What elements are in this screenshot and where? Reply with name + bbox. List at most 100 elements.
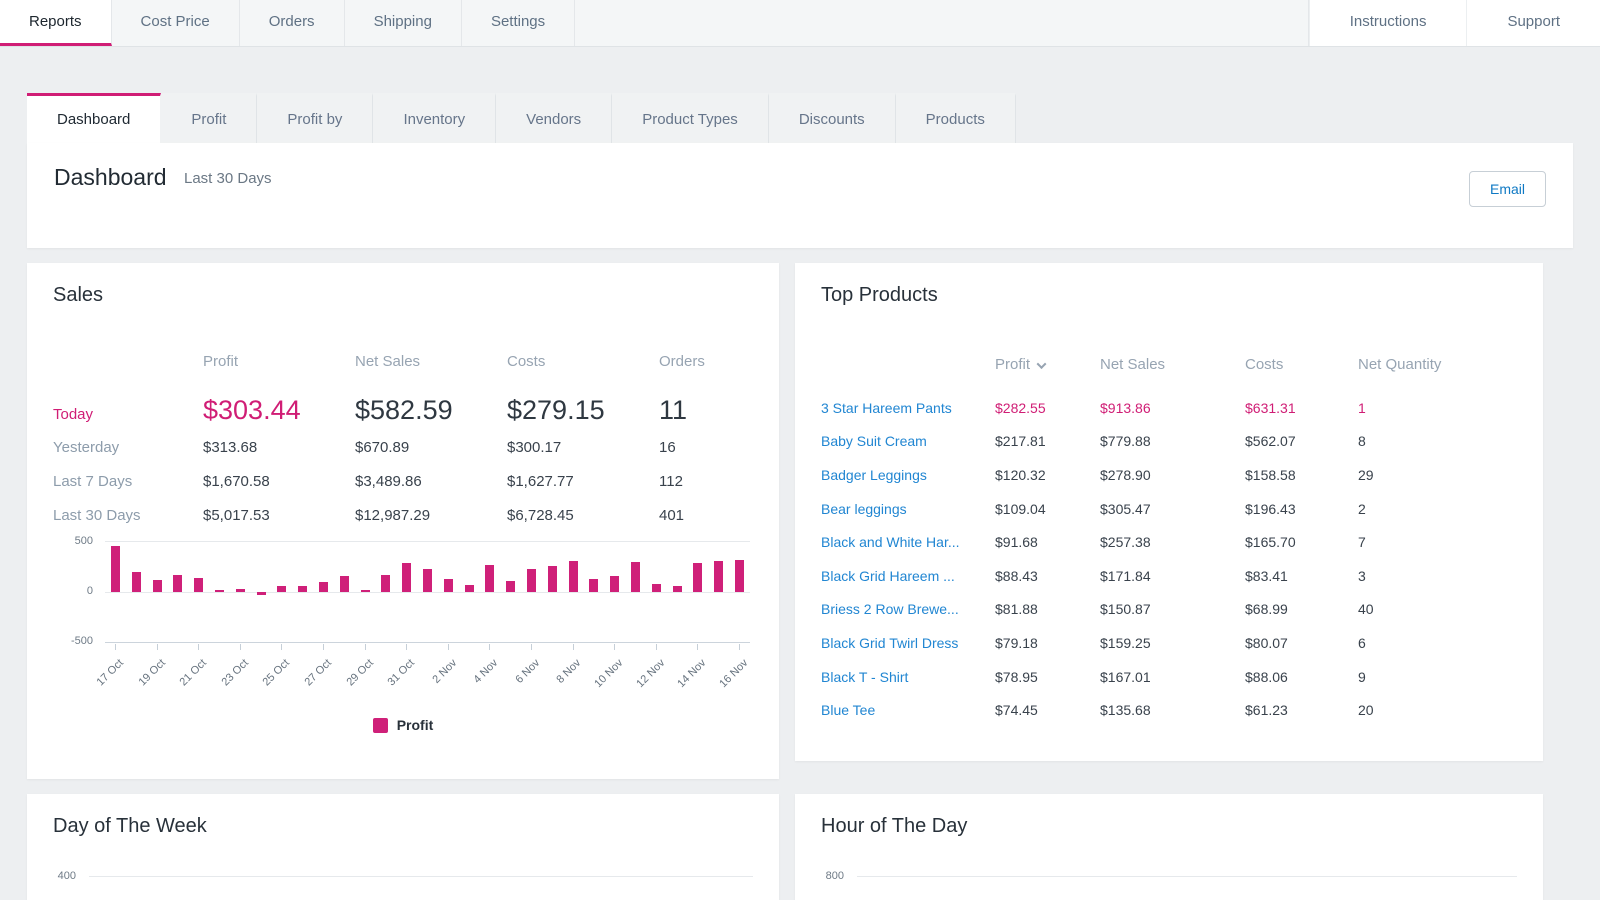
sales-card-title: Sales	[53, 284, 753, 307]
nav-item-reports[interactable]: Reports	[0, 0, 112, 46]
sales-table-header-row: ProfitNet SalesCostsOrders	[53, 353, 753, 375]
nav-item-support[interactable]: Support	[1466, 0, 1600, 46]
product-name-link[interactable]: Bear leggings	[821, 501, 995, 517]
product-name-link[interactable]: 3 Star Hareem Pants	[821, 400, 995, 416]
product-quantity-value: 6	[1358, 635, 1517, 651]
product-profit-value: $88.43	[995, 568, 1100, 584]
sales-costs-value: $1,627.77	[507, 473, 659, 490]
product-quantity-value: 7	[1358, 534, 1517, 550]
x-axis-tick-label: 29 Oct	[344, 657, 375, 688]
profit-bar	[610, 576, 619, 592]
product-net-sales-value: $150.87	[1100, 601, 1245, 617]
profit-bar	[548, 566, 557, 592]
profit-bar	[569, 561, 578, 592]
chart-gridline	[105, 541, 750, 542]
product-profit-value: $91.68	[995, 534, 1100, 550]
date-range-label: Last 30 Days	[184, 170, 272, 187]
tab-profit-by[interactable]: Profit by	[257, 93, 373, 143]
top-products-card: Top Products ProfitNet SalesCostsNet Qua…	[795, 263, 1543, 761]
profit-bar	[257, 592, 266, 595]
x-axis-tick-label: 19 Oct	[136, 657, 167, 688]
product-profit-value: $109.04	[995, 501, 1100, 517]
dashboard-header-card: Dashboard Last 30 Days Email	[27, 143, 1573, 248]
profit-bar	[589, 579, 598, 592]
sales-orders-value: 112	[659, 473, 753, 490]
profit-bar	[153, 580, 162, 592]
products-column-header-profit[interactable]: Profit	[995, 356, 1100, 373]
profit-bar	[506, 581, 515, 592]
product-quantity-value: 29	[1358, 467, 1517, 483]
nav-item-orders[interactable]: Orders	[240, 0, 345, 46]
main-cards-row: Sales ProfitNet SalesCostsOrders Today$3…	[27, 263, 1573, 779]
product-row: 3 Star Hareem Pants$282.55$913.86$631.31…	[821, 391, 1517, 425]
x-axis-tick	[406, 644, 407, 650]
sales-column-header-net-sales: Net Sales	[355, 353, 507, 370]
profit-bar	[485, 565, 494, 592]
x-axis-tick-label: 21 Oct	[178, 657, 209, 688]
x-axis-tick-label: 12 Nov	[634, 657, 667, 690]
x-axis-tick-label: 4 Nov	[472, 657, 501, 686]
y-axis-tick-label: 500	[53, 535, 93, 547]
x-axis-tick-label: 2 Nov	[430, 657, 459, 686]
profit-bar	[298, 586, 307, 592]
tab-product-types[interactable]: Product Types	[612, 93, 769, 143]
product-name-link[interactable]: Black Grid Twirl Dress	[821, 635, 995, 651]
sales-column-header-costs: Costs	[507, 353, 659, 370]
report-tabs: DashboardProfitProfit byInventoryVendors…	[27, 93, 1573, 143]
hour-of-day-title: Hour of The Day	[821, 815, 1517, 838]
product-row: Black Grid Twirl Dress$79.18$159.25$80.0…	[821, 626, 1517, 660]
top-nav-left: ReportsCost PriceOrdersShippingSettings	[0, 0, 575, 46]
y-axis-tick-label: 0	[53, 585, 93, 597]
sales-orders-value: 401	[659, 507, 753, 524]
top-products-table: ProfitNet SalesCostsNet Quantity 3 Star …	[821, 353, 1517, 727]
products-column-header-net-quantity[interactable]: Net Quantity	[1358, 356, 1517, 373]
chart-legend: Profit	[53, 717, 753, 733]
nav-item-settings[interactable]: Settings	[462, 0, 575, 46]
sales-row-label: Last 7 Days	[53, 473, 203, 490]
sales-profit-value: $1,670.58	[203, 473, 355, 490]
tab-profit[interactable]: Profit	[161, 93, 257, 143]
profit-bar	[465, 585, 474, 592]
product-row: Black T - Shirt$78.95$167.01$88.069	[821, 660, 1517, 694]
tab-products[interactable]: Products	[896, 93, 1016, 143]
product-profit-value: $78.95	[995, 669, 1100, 685]
product-net-sales-value: $159.25	[1100, 635, 1245, 651]
product-costs-value: $68.99	[1245, 601, 1358, 617]
product-name-link[interactable]: Briess 2 Row Brewe...	[821, 601, 995, 617]
profit-bar	[402, 563, 411, 592]
email-button[interactable]: Email	[1469, 171, 1546, 207]
hour-of-day-card: Hour of The Day 800	[795, 794, 1543, 900]
products-column-header-net-sales[interactable]: Net Sales	[1100, 356, 1245, 373]
sales-net-sales-value: $670.89	[355, 439, 507, 456]
product-name-link[interactable]: Badger Leggings	[821, 467, 995, 483]
product-name-link[interactable]: Blue Tee	[821, 702, 995, 718]
product-name-link[interactable]: Black and White Har...	[821, 534, 995, 550]
x-axis-tick	[157, 644, 158, 650]
tab-vendors[interactable]: Vendors	[496, 93, 612, 143]
product-costs-value: $165.70	[1245, 534, 1358, 550]
tab-dashboard[interactable]: Dashboard	[27, 93, 161, 143]
product-profit-value: $217.81	[995, 433, 1100, 449]
nav-item-cost-price[interactable]: Cost Price	[112, 0, 240, 46]
product-name-link[interactable]: Baby Suit Cream	[821, 433, 995, 449]
x-axis-tick-label: 27 Oct	[303, 657, 334, 688]
x-axis-tick-label: 8 Nov	[555, 657, 584, 686]
profit-bar	[215, 590, 224, 592]
product-costs-value: $88.06	[1245, 669, 1358, 685]
product-name-link[interactable]: Black T - Shirt	[821, 669, 995, 685]
product-name-link[interactable]: Black Grid Hareem ...	[821, 568, 995, 584]
tab-inventory[interactable]: Inventory	[373, 93, 496, 143]
product-row: Badger Leggings$120.32$278.90$158.5829	[821, 458, 1517, 492]
x-axis-tick-label: 17 Oct	[94, 657, 125, 688]
day-of-week-card: Day of The Week 400	[27, 794, 779, 900]
nav-item-instructions[interactable]: Instructions	[1309, 0, 1467, 46]
sales-profit-value: $5,017.53	[203, 507, 355, 524]
tab-discounts[interactable]: Discounts	[769, 93, 896, 143]
product-profit-value: $282.55	[995, 400, 1100, 416]
sales-row-yesterday: Yesterday$313.68$670.89$300.1716	[53, 439, 753, 473]
product-row: Black and White Har...$91.68$257.38$165.…	[821, 525, 1517, 559]
nav-item-shipping[interactable]: Shipping	[345, 0, 462, 46]
products-column-header-costs[interactable]: Costs	[1245, 356, 1358, 373]
sales-row-label: Last 30 Days	[53, 507, 203, 524]
profit-bar	[340, 576, 349, 592]
